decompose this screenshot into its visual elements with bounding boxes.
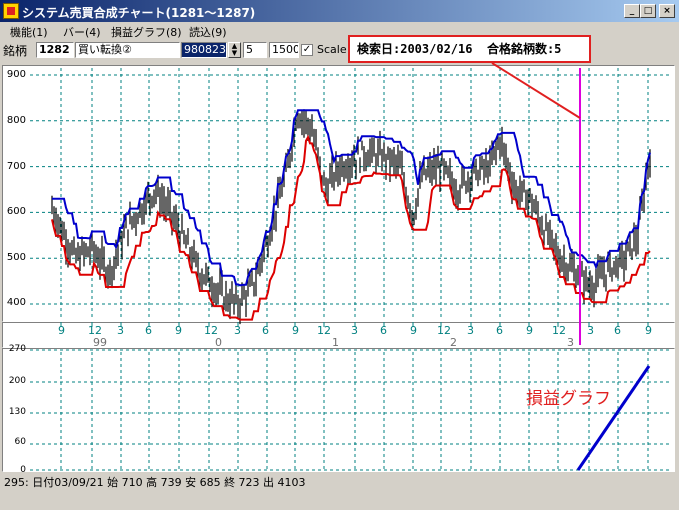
status-bar: 295: 日付03/09/21 始 710 高 739 安 685 終 723 … <box>4 476 306 489</box>
month-tick: 6 <box>380 324 387 337</box>
price-axis-label: 400 <box>6 297 26 308</box>
month-tick: 9 <box>175 324 182 337</box>
year-label: 99 <box>93 336 107 349</box>
month-tick: 9 <box>292 324 299 337</box>
price-axis-label: 700 <box>6 161 26 172</box>
month-tick: 3 <box>117 324 124 337</box>
pl-axis-label: 130 <box>8 407 26 417</box>
month-tick: 6 <box>496 324 503 337</box>
month-tick: 6 <box>614 324 621 337</box>
year-label: 2 <box>450 336 457 349</box>
month-tick: 9 <box>410 324 417 337</box>
month-tick: 3 <box>234 324 241 337</box>
month-tick: 9 <box>645 324 652 337</box>
year-label: 0 <box>215 336 222 349</box>
month-tick: 3 <box>587 324 594 337</box>
month-tick: 3 <box>351 324 358 337</box>
price-axis-label: 800 <box>6 115 26 126</box>
highlight-pointer-line <box>491 62 581 119</box>
month-tick: 6 <box>262 324 269 337</box>
month-tick: 12 <box>437 324 451 337</box>
pl-graph-label: 損益グラフ <box>526 389 611 409</box>
lower-band-line <box>51 134 651 321</box>
pl-axis-label: 60 <box>14 437 26 447</box>
year-label: 3 <box>567 336 574 349</box>
month-tick: 12 <box>317 324 331 337</box>
month-tick: 12 <box>552 324 566 337</box>
month-tick: 9 <box>526 324 533 337</box>
price-axis-label: 500 <box>6 252 26 263</box>
month-tick: 3 <box>467 324 474 337</box>
price-candles <box>51 109 651 325</box>
month-tick: 9 <box>58 324 65 337</box>
price-axis-label: 900 <box>6 69 26 80</box>
year-label: 1 <box>332 336 339 349</box>
pl-axis-label: 200 <box>8 376 26 386</box>
price-axis-label: 600 <box>6 206 26 217</box>
pl-axis-label: 270 <box>8 344 26 354</box>
chart-svg <box>30 62 672 471</box>
month-tick: 6 <box>145 324 152 337</box>
